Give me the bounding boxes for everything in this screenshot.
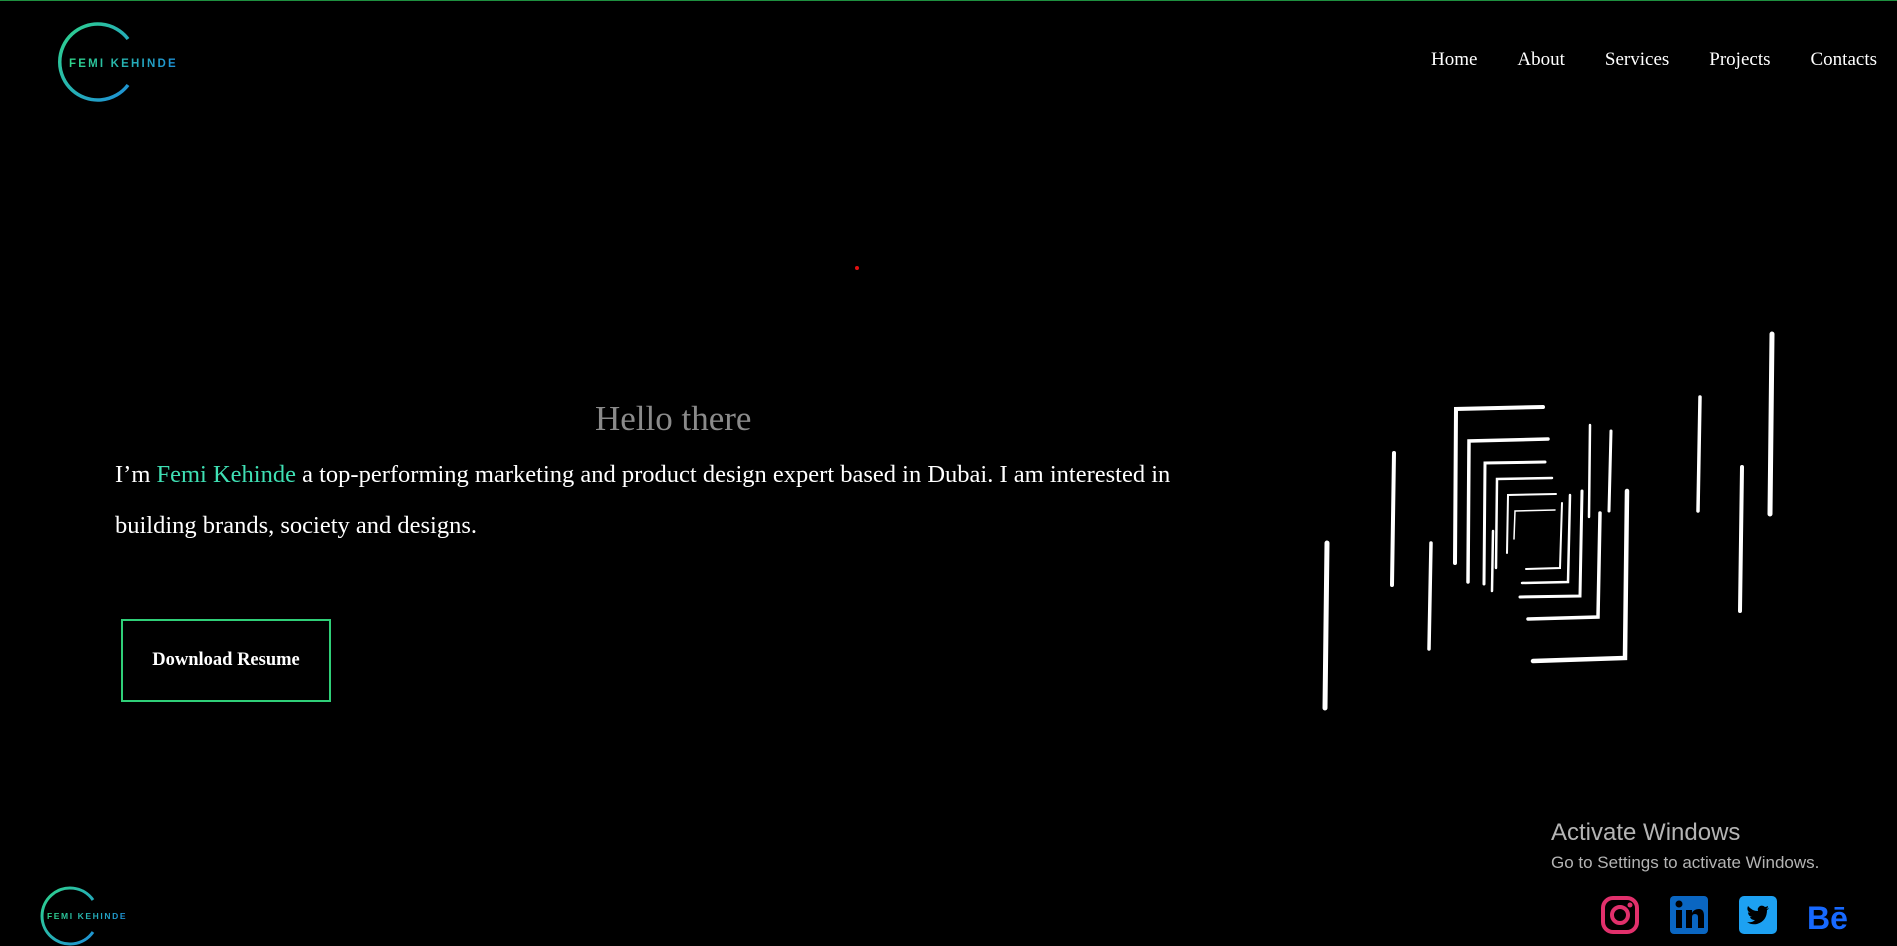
site-logo[interactable]: FEMI KEHINDE xyxy=(54,21,194,103)
intro-name: Femi Kehinde xyxy=(156,461,297,488)
twitter-icon[interactable] xyxy=(1738,895,1778,935)
behance-icon[interactable]: Bē xyxy=(1807,895,1848,936)
tunnel-line xyxy=(1738,465,1744,613)
windows-activation-watermark: Activate Windows Go to Settings to activ… xyxy=(1551,819,1819,873)
hero-greeting: Hello there xyxy=(595,399,752,438)
watermark-title: Activate Windows xyxy=(1551,819,1741,846)
nav-services[interactable]: Services xyxy=(1605,49,1669,71)
tunnel-line xyxy=(1696,395,1702,513)
tunnel-frame xyxy=(1518,489,1584,599)
nav-about[interactable]: About xyxy=(1517,49,1565,71)
tunnel-frame xyxy=(1525,502,1563,570)
tunnel-line xyxy=(1322,540,1330,711)
tunnel-line xyxy=(1587,423,1592,519)
intro-prefix: I’m xyxy=(115,461,157,488)
social-links: Bē xyxy=(1600,895,1848,936)
main-nav: Home About Services Projects Contacts xyxy=(1431,49,1877,71)
watermark-subtitle: Go to Settings to activate Windows. xyxy=(1551,853,1820,872)
svg-text:Bē: Bē xyxy=(1807,900,1848,935)
download-resume-button[interactable]: Download Resume xyxy=(121,619,331,702)
cursor-dot xyxy=(855,266,859,270)
tunnel-line xyxy=(1607,429,1613,513)
tunnel-line xyxy=(1490,529,1495,593)
linkedin-icon[interactable] xyxy=(1669,895,1709,935)
nav-projects[interactable]: Projects xyxy=(1709,49,1770,71)
tunnel-frame xyxy=(1513,509,1556,540)
hero-intro: I’m Femi Kehinde a top-performing market… xyxy=(115,449,1225,551)
tunnel-line xyxy=(1390,451,1396,587)
instagram-icon[interactable] xyxy=(1600,895,1640,935)
tunnel-frame xyxy=(1526,511,1602,621)
logo-text: FEMI KEHINDE xyxy=(69,58,178,70)
tunnel-line xyxy=(1767,331,1775,517)
nav-contacts[interactable]: Contacts xyxy=(1811,49,1878,71)
tunnel-line xyxy=(1427,541,1433,651)
tunnel-frame xyxy=(1494,476,1554,570)
tunnel-animation xyxy=(1322,331,1775,711)
footer-logo[interactable]: FEMI KEHINDE xyxy=(38,886,148,946)
nav-home[interactable]: Home xyxy=(1431,49,1477,71)
footer-logo-text: FEMI KEHINDE xyxy=(47,911,128,921)
